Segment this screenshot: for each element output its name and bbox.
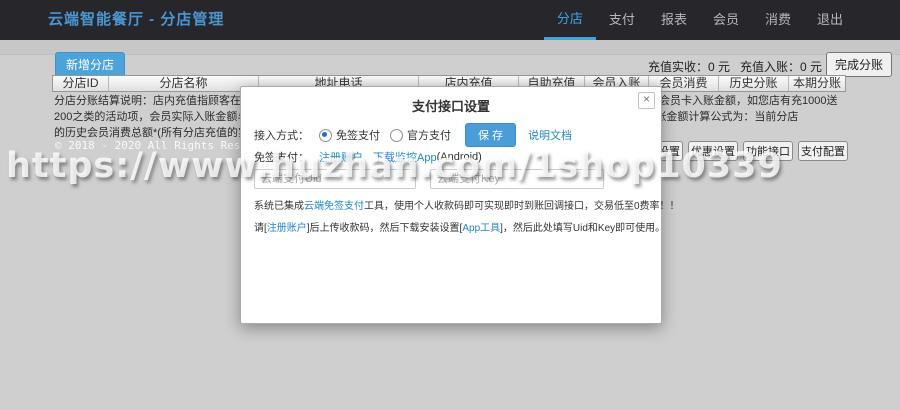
integration-note-post: 工具，使用个人收款码即可实现即时到账回调接口，交易低至0费率！！ xyxy=(364,201,680,212)
radio-official-label[interactable]: 官方支付 xyxy=(407,127,451,143)
integration-note-pre: 系统已集成 xyxy=(254,201,304,212)
radio-nosign-pay[interactable] xyxy=(319,128,332,142)
top-navbar: 云端智能餐厅 - 分店管理 分店 支付 报表 会员 消费 退出 xyxy=(0,0,900,40)
discount-settings-button[interactable]: 优惠设置 xyxy=(688,141,738,161)
usage-note-t2: ]后上传收款码，然后下载安装设置[ xyxy=(306,223,463,234)
key-input[interactable] xyxy=(430,169,604,189)
usage-note-t1: 请[ xyxy=(254,223,267,234)
branch-row-actions: 价格设置 优惠设置 功能接口 支付配置 xyxy=(633,141,848,161)
usage-app-tool-link[interactable]: App工具 xyxy=(462,219,500,234)
recharge-stats: 充值实收：0 元充值入账：0 元 xyxy=(648,58,822,75)
add-branch-button[interactable]: 新增分店 xyxy=(55,52,126,77)
radio-official-pay[interactable] xyxy=(390,128,403,142)
nav-item-report[interactable]: 报表 xyxy=(648,0,700,40)
column-header-branch-id: 分店ID xyxy=(53,76,109,91)
recharge-received-label: 充值实收： xyxy=(647,60,708,74)
usage-register-link[interactable]: 注册账户 xyxy=(267,219,307,234)
docs-link[interactable]: 说明文档 xyxy=(528,127,572,143)
column-header-history-split: 历史分账 xyxy=(719,76,789,91)
nosign-pay-label: 免签支付： xyxy=(254,152,309,164)
nav-item-logout[interactable]: 退出 xyxy=(804,0,856,40)
access-mode-row: 接入方式： 免签支付 官方支付 保 存 说明文档 xyxy=(254,123,572,147)
screen: 云端智能餐厅 - 分店管理 分店 支付 报表 会员 消费 退出 新增分店 充值实… xyxy=(0,0,900,410)
download-app-suffix: (Android) xyxy=(436,151,482,163)
app-title: 云端智能餐厅 - 分店管理 xyxy=(48,11,225,28)
nav-item-consume[interactable]: 消费 xyxy=(752,0,804,40)
uid-input[interactable] xyxy=(254,169,416,189)
usage-note-t3: ]，然后此处填写Uid和Key即可使用。 xyxy=(500,223,666,234)
cloud-nosign-pay-link[interactable]: 云端免签支付 xyxy=(304,197,364,212)
usage-note: 请[注册账户]后上传收款码，然后下载安装设置[App工具]，然后此处填写Uid和… xyxy=(254,219,665,234)
integration-note: 系统已集成 云端免签支付 工具，使用个人收款码即可实现即时到账回调接口，交易低至0费… xyxy=(254,197,680,212)
save-button[interactable]: 保 存 xyxy=(465,123,517,147)
nav-item-payment[interactable]: 支付 xyxy=(596,0,648,40)
nav-item-branch[interactable]: 分店 xyxy=(543,0,596,40)
payment-settings-modal: 支付接口设置 × 接入方式： 免签支付 官方支付 保 存 说明文档 免签支付： … xyxy=(240,86,680,324)
payment-config-button[interactable]: 支付配置 xyxy=(798,141,848,161)
sub-header-band xyxy=(0,40,900,55)
main-nav: 分店 支付 报表 会员 消费 退出 xyxy=(543,0,856,40)
recharge-received-value: 0 元 xyxy=(707,60,730,74)
modal-title: 支付接口设置 xyxy=(411,99,490,114)
download-app-link[interactable]: 下载监控App xyxy=(373,149,437,165)
register-account-link[interactable]: 注册账户 xyxy=(319,149,363,165)
credentials-row xyxy=(254,169,604,189)
access-mode-label: 接入方式： xyxy=(254,130,309,142)
nav-item-member[interactable]: 会员 xyxy=(700,0,752,40)
radio-nosign-label[interactable]: 免签支付 xyxy=(336,127,380,143)
close-icon[interactable]: × xyxy=(638,92,655,109)
column-header-branch-name: 分店名称 xyxy=(109,76,259,91)
recharge-credited-label: 充值入账： xyxy=(739,60,800,74)
complete-split-button[interactable]: 完成分账 xyxy=(825,52,892,77)
recharge-credited-value: 0 元 xyxy=(799,60,822,74)
nosign-pay-row: 免签支付： 注册账户 下载监控App (Android) xyxy=(254,149,482,165)
function-api-button[interactable]: 功能接口 xyxy=(743,141,793,161)
column-header-current-split: 本期分账 xyxy=(792,76,841,90)
